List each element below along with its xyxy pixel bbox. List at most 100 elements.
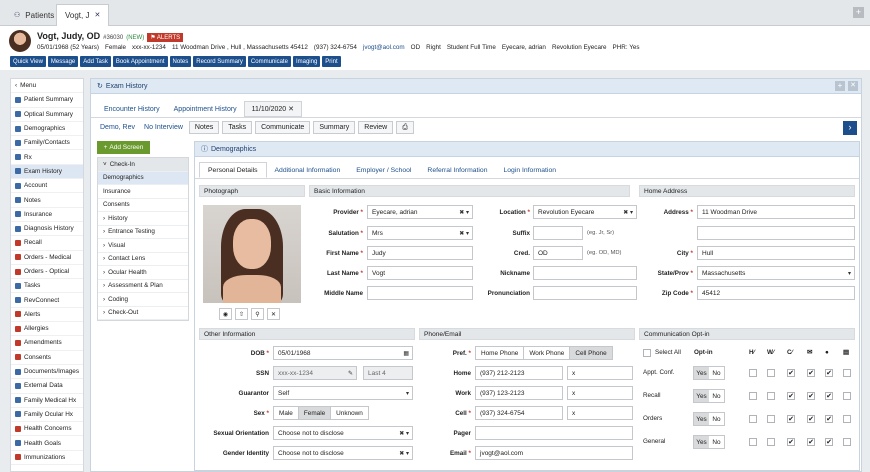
home-ext-field[interactable]: x (567, 366, 633, 380)
close-icon[interactable]: ✕ (288, 105, 294, 113)
salutation-select[interactable]: Mrs ✖ ▾ (367, 226, 473, 240)
print-icon[interactable]: ⎙ (396, 121, 414, 134)
middle-name-field[interactable] (367, 286, 473, 300)
clear-chevron-icon[interactable]: ✖ ▾ (399, 430, 409, 437)
clear-chevron-icon[interactable]: ✖ ▾ (399, 450, 409, 457)
camera-icon[interactable]: ◉ (219, 308, 232, 320)
tab-employer-school[interactable]: Employer / School (348, 162, 419, 178)
clear-chevron-icon[interactable]: ✖ ▾ (459, 209, 469, 216)
sidebar-item-demographics[interactable]: Demographics (11, 122, 83, 137)
sidebar-item-insurance[interactable]: Insurance (11, 208, 83, 222)
email-field[interactable]: jvogt@aol.com (475, 446, 633, 460)
sidebar-item-health-concerns[interactable]: Health Concerns (11, 422, 83, 437)
screen-group-check-out[interactable]: › Check-Out (98, 307, 188, 320)
optin-checkbox[interactable] (749, 438, 757, 446)
sex-female-option[interactable]: Female (298, 407, 332, 419)
sidebar-item-family-medical-hx[interactable]: Family Medical Hx (11, 394, 83, 408)
add-tab-icon[interactable]: + (853, 7, 864, 18)
sidebar-item-rx[interactable]: Rx (11, 150, 83, 165)
zip-field[interactable]: 45412 (697, 286, 855, 300)
zoom-icon[interactable]: ⚲ (251, 308, 264, 320)
next-arrow-button[interactable]: › (843, 121, 857, 135)
work-ext-field[interactable]: x (567, 386, 633, 400)
sidebar-item-tasks[interactable]: Tasks (11, 279, 83, 294)
optin-yes[interactable]: Yes (694, 390, 709, 402)
checkin-group[interactable]: ˅ Check-In (98, 158, 188, 172)
sidebar-item-amendments[interactable]: Amendments (11, 336, 83, 351)
print-button[interactable]: Print (322, 56, 341, 67)
optin-checkbox[interactable]: ✔ (825, 369, 833, 377)
optin-checkbox[interactable]: ✔ (807, 415, 815, 423)
optin-checkbox[interactable]: ✔ (807, 369, 815, 377)
optin-no[interactable]: No (709, 367, 724, 379)
provider-link[interactable]: Demo, Rev (97, 124, 138, 131)
optin-checkbox[interactable]: ✔ (807, 438, 815, 446)
book-appointment-button[interactable]: Book Appointment (112, 56, 168, 67)
screen-group-ocular-health[interactable]: › Ocular Health (98, 266, 188, 280)
cred-field[interactable]: OD (533, 246, 583, 260)
pref-home-option[interactable]: Home Phone (476, 347, 525, 359)
optin-checkbox[interactable]: ✔ (787, 392, 795, 400)
screen-group-assessment-plan[interactable]: › Assessment & Plan (98, 280, 188, 293)
screen-consents[interactable]: Consents (98, 199, 188, 212)
screen-insurance[interactable]: Insurance (98, 185, 188, 199)
screen-group-history[interactable]: › History (98, 212, 188, 226)
pref-work-option[interactable]: Work Phone (524, 347, 571, 359)
sidebar-item-immunizations[interactable]: Immunizations (11, 451, 83, 466)
email-link[interactable]: jvogt@aol.com (363, 44, 405, 51)
screen-group-contact-lens[interactable]: › Contact Lens (98, 253, 188, 266)
clear-chevron-icon[interactable]: ✖ ▾ (459, 230, 469, 237)
optin-checkbox[interactable] (843, 369, 851, 377)
sidebar-item-orders-optical[interactable]: Orders - Optical (11, 265, 83, 280)
guarantor-select[interactable]: Self ▾ (273, 386, 413, 400)
review-button[interactable]: Review (358, 121, 394, 134)
screen-group-entrance-testing[interactable]: › Entrance Testing (98, 226, 188, 239)
chevron-down-icon[interactable]: ▾ (406, 390, 409, 397)
first-name-field[interactable]: Judy (367, 246, 473, 260)
sidebar-item-optical-summary[interactable]: Optical Summary (11, 108, 83, 122)
imaging-button[interactable]: Imaging (292, 56, 321, 67)
chevron-down-icon[interactable]: ▾ (848, 270, 851, 277)
sidebar-item-family-ocular-hx[interactable]: Family Ocular Hx (11, 408, 83, 423)
sidebar-item-alerts[interactable]: Alerts (11, 308, 83, 323)
tasks-button[interactable]: Tasks (222, 121, 253, 134)
optin-no[interactable]: No (709, 436, 724, 448)
optin-no[interactable]: No (709, 413, 724, 425)
sidebar-item-external-data[interactable]: External Data (11, 379, 83, 394)
expand-icon[interactable]: + (835, 81, 845, 91)
optin-checkbox[interactable] (749, 392, 757, 400)
screen-group-coding[interactable]: › Coding (98, 293, 188, 307)
pronunciation-field[interactable] (533, 286, 637, 300)
optin-checkbox[interactable] (767, 438, 775, 446)
optin-checkbox[interactable] (749, 415, 757, 423)
optin-checkbox[interactable] (843, 438, 851, 446)
cell-phone-field[interactable]: (937) 324-6754 (475, 406, 563, 420)
screen-demographics[interactable]: Demographics (98, 171, 188, 185)
provider-select[interactable]: Eyecare, adrian ✖ ▾ (367, 205, 473, 219)
add-screen-button[interactable]: + Add Screen (97, 141, 150, 154)
pref-cell-option[interactable]: Cell Phone (570, 347, 612, 359)
last-name-field[interactable]: Vogt (367, 266, 473, 280)
select-all-checkbox[interactable] (643, 349, 651, 357)
optin-checkbox[interactable] (843, 392, 851, 400)
optin-checkbox[interactable] (767, 392, 775, 400)
ssn-last4-field[interactable]: Last 4 (363, 366, 413, 380)
sex-unknown-option[interactable]: Unknown (331, 407, 368, 419)
dob-field[interactable]: 05/01/1968 ▦ (273, 346, 413, 360)
notes-action-button[interactable]: Notes (188, 121, 220, 134)
sidebar-item-exam-history[interactable]: Exam History (11, 164, 83, 180)
notes-button[interactable]: Notes (169, 56, 192, 67)
suffix-field[interactable] (533, 226, 583, 240)
pager-field[interactable] (475, 426, 633, 440)
optin-checkbox[interactable] (843, 415, 851, 423)
optin-checkbox[interactable]: ✔ (787, 369, 795, 377)
location-select[interactable]: Revolution Eyecare ✖ ▾ (533, 205, 637, 219)
address-line2-field[interactable] (697, 226, 855, 240)
address-field[interactable]: 11 Woodman Drive (697, 205, 855, 219)
gender-identity-select[interactable]: Choose not to disclose ✖ ▾ (273, 446, 413, 460)
calendar-icon[interactable]: ▦ (403, 350, 409, 357)
tab-appointment-history[interactable]: Appointment History (167, 101, 244, 117)
communicate-action-button[interactable]: Communicate (255, 121, 311, 134)
communicate-button[interactable]: Communicate (247, 56, 291, 67)
upload-icon[interactable]: ⇧ (235, 308, 248, 320)
